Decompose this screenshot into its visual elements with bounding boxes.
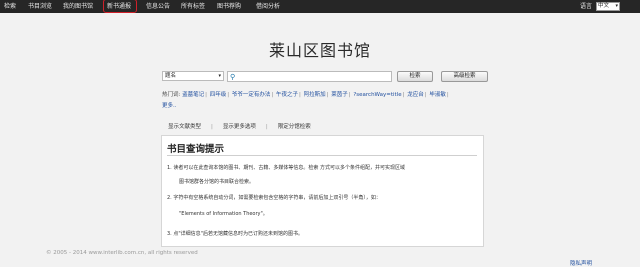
search-tips-panel: 书目查询提示 1. 读者可以在此查询本馆的图书、期刊、古籍、多媒体等信息。检索 … <box>161 135 484 247</box>
red-highlight-circle <box>103 0 137 13</box>
tip-1-line-2: 图书馆群各分馆的书目联合检索。 <box>179 179 255 185</box>
tip-3: 3. 点"详细信息"后若无馆藏信息时为已订购还未到馆的图书。 <box>167 231 303 237</box>
search-input[interactable]: ⚲ <box>227 71 392 82</box>
nav-item-my-library[interactable]: 我的图书馆 <box>63 0 93 13</box>
top-navbar: 检索 书目浏览 我的图书馆 新书通报 信息公告 所有标签 图书荐购 借阅分析 语… <box>0 0 640 13</box>
search-button[interactable]: 检索 <box>397 71 433 82</box>
search-field-value: 题名 <box>165 73 177 79</box>
search-field-select[interactable]: 题名 ▾ <box>162 71 224 81</box>
tips-heading: 书目查询提示 <box>167 144 225 155</box>
nav-item-loan-analysis[interactable]: 借阅分析 <box>256 0 280 13</box>
hot-words: 热门词: 盗墓笔记| 四年级| 爷爷一定有办法| 午夜之子| 阿拉斯加| 莱茵子… <box>162 92 449 109</box>
tip-2-line-1: 2. 字符中有空格系统自动分词，如需要检索包含空格的字符串，请前后加上双引号（半… <box>167 195 381 201</box>
divider <box>167 155 477 156</box>
chevron-down-icon: ▾ <box>218 73 221 79</box>
language-select[interactable]: 中文 ▾ <box>596 2 620 11</box>
limit-branch-option[interactable]: 限定分馆检索 <box>278 124 311 130</box>
hot-words-label: 热门词: <box>162 92 181 98</box>
language-value: 中文 <box>598 3 610 9</box>
nav-item-all-tags[interactable]: 所有标签 <box>181 0 205 13</box>
nav-item-recommend[interactable]: 图书荐购 <box>217 0 241 13</box>
hot-word-link[interactable]: 龙应台 <box>407 92 424 98</box>
hot-word-link[interactable]: ?searchWay=title <box>353 92 401 98</box>
hot-word-link[interactable]: 四年级 <box>210 92 227 98</box>
hot-word-link[interactable]: 盗墓笔记 <box>182 92 204 98</box>
nav-item-search[interactable]: 检索 <box>4 0 16 13</box>
page-title: 莱山区图书馆 <box>268 41 371 60</box>
copyright-text: © 2005 - 2014 www.interlib.com.cn, all r… <box>46 250 198 256</box>
search-options: 显示文献类型 | 显示更多选项 | 限定分馆检索 <box>168 124 311 130</box>
tip-1-line-1: 1. 读者可以在此查询本馆的图书、期刊、古籍、多媒体等信息。检索 方式可以多个条… <box>167 165 405 171</box>
language-label: 语言 <box>580 3 593 10</box>
search-icon: ⚲ <box>230 73 236 81</box>
nav-item-announcements[interactable]: 信息公告 <box>146 0 170 13</box>
hot-word-link[interactable]: 午夜之子 <box>276 92 298 98</box>
tip-2-line-2: "Elements of Information Theory"。 <box>179 211 268 217</box>
more-hot-words-link[interactable]: 更多.. <box>162 103 177 109</box>
hot-word-link[interactable]: 莱茵子 <box>331 92 348 98</box>
hot-word-link[interactable]: 毕淑敏 <box>429 92 446 98</box>
advanced-search-button[interactable]: 高级检索 <box>441 71 488 82</box>
show-doc-type-option[interactable]: 显示文献类型 <box>168 124 201 130</box>
hot-word-link[interactable]: 爷爷一定有办法 <box>232 92 271 98</box>
hot-word-link[interactable]: 阿拉斯加 <box>304 92 326 98</box>
chevron-down-icon: ▾ <box>615 3 618 9</box>
show-more-options[interactable]: 显示更多选项 <box>223 124 256 130</box>
nav-item-browse[interactable]: 书目浏览 <box>28 0 52 13</box>
